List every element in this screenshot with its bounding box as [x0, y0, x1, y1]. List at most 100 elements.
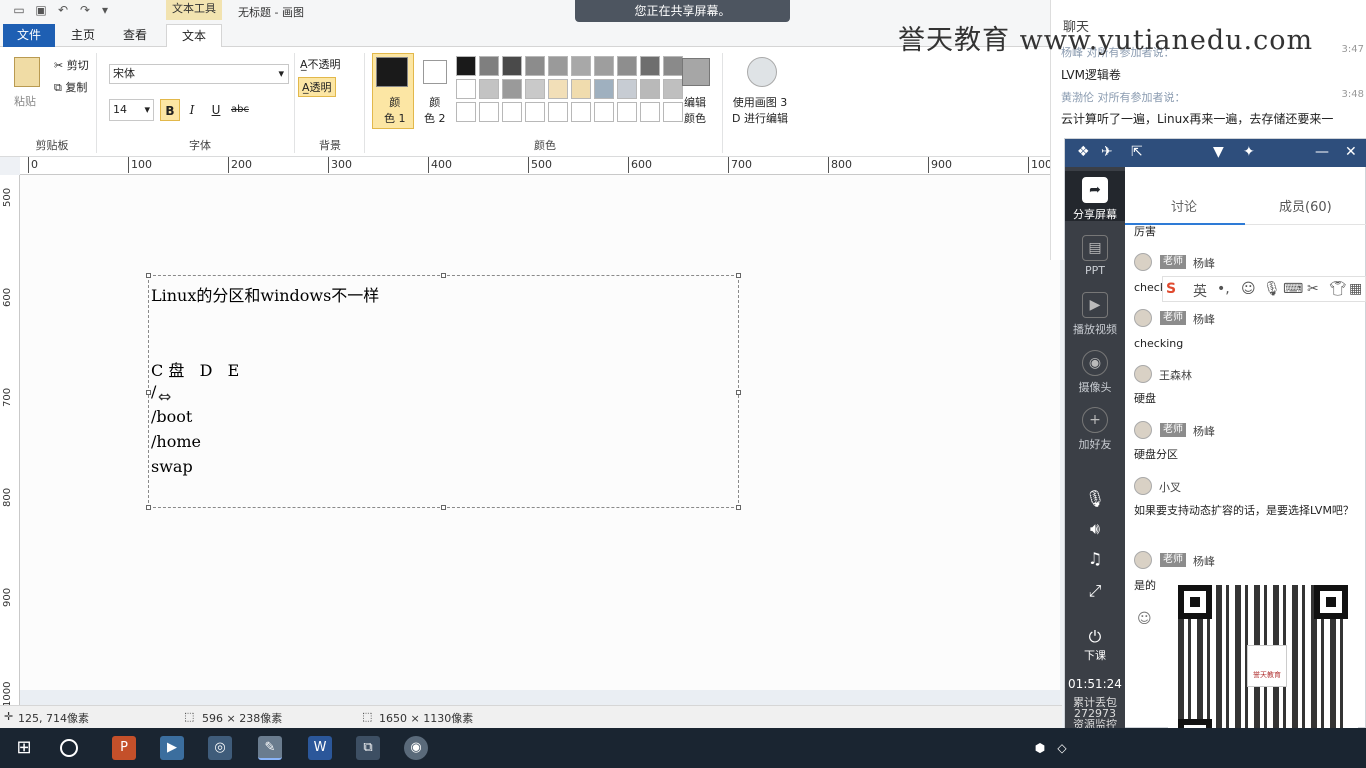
italic-button[interactable]: I	[182, 99, 202, 121]
palette-swatch[interactable]	[640, 102, 660, 122]
grid-icon[interactable]: ▦	[1349, 281, 1362, 297]
resize-handle[interactable]	[736, 390, 741, 395]
tab-text[interactable]: 文本	[166, 24, 222, 47]
paint-icon[interactable]: ✎	[258, 736, 282, 760]
tab-home[interactable]: 主页	[58, 24, 108, 47]
ppt-button[interactable]: ▤ PPT	[1065, 235, 1125, 277]
media-player-icon[interactable]: ▶	[160, 736, 184, 760]
resize-handle[interactable]	[441, 273, 446, 278]
paint3d-button[interactable]: 使用画图 3D 进行编辑	[732, 94, 788, 126]
paste-button[interactable]: 粘贴	[14, 93, 36, 109]
powerpoint-icon[interactable]: P	[112, 736, 136, 760]
cortana-icon[interactable]	[60, 739, 78, 757]
play-video-button[interactable]: ▶ 播放视频	[1065, 292, 1125, 337]
palette-swatch[interactable]	[548, 56, 568, 76]
palette-swatch[interactable]	[663, 102, 683, 122]
share-screen-button[interactable]: ➦ 分享屏幕	[1065, 171, 1125, 221]
palette-swatch[interactable]	[525, 79, 545, 99]
add-friend-button[interactable]: + 加好友	[1065, 407, 1125, 452]
palette-swatch[interactable]	[502, 102, 522, 122]
palette-swatch[interactable]	[617, 56, 637, 76]
resize-handle[interactable]	[146, 505, 151, 510]
palette-swatch[interactable]	[594, 56, 614, 76]
paint3d-icon[interactable]	[747, 57, 777, 87]
paste-icon[interactable]	[14, 57, 40, 87]
transparent-option[interactable]: A̲透明	[298, 77, 336, 97]
underline-button[interactable]: U	[206, 99, 226, 121]
palette-swatch[interactable]	[663, 79, 683, 99]
palette-swatch[interactable]	[502, 79, 522, 99]
tab-file[interactable]: 文件	[3, 24, 55, 47]
palette-swatch[interactable]	[525, 56, 545, 76]
palette-swatch[interactable]	[594, 79, 614, 99]
palette-swatch[interactable]	[456, 56, 476, 76]
undo-icon[interactable]: ↶	[56, 3, 70, 17]
font-family-select[interactable]: 宋体 ▾	[109, 64, 289, 84]
close-icon[interactable]: ✕	[1345, 144, 1357, 160]
palette-swatch[interactable]	[479, 102, 499, 122]
cut-button[interactable]: ✂ 剪切	[54, 57, 89, 73]
minimize-icon[interactable]: —	[1315, 144, 1329, 160]
copy-button[interactable]: ⧉ 复制	[54, 79, 87, 95]
resize-handle[interactable]	[441, 505, 446, 510]
tools-icon[interactable]: ✂	[1307, 281, 1319, 297]
end-class-button[interactable]: ⏻ 下课	[1065, 627, 1125, 663]
color2-button[interactable]	[423, 60, 447, 84]
ime-language[interactable]: 英	[1193, 281, 1207, 301]
palette-swatch[interactable]	[617, 102, 637, 122]
redo-icon[interactable]: ↷	[78, 3, 92, 17]
edit-colors-button[interactable]	[682, 58, 710, 86]
palette-swatch[interactable]	[548, 102, 568, 122]
tab-discussion[interactable]: 讨论	[1171, 196, 1197, 215]
camera-button[interactable]: ◉ 摄像头	[1065, 350, 1125, 395]
share-out-icon[interactable]: ⇱	[1131, 144, 1143, 160]
strikethrough-button[interactable]: abc	[230, 99, 250, 121]
chrome-icon[interactable]: ◉	[404, 736, 428, 760]
sogou-logo-icon[interactable]: S	[1166, 281, 1176, 297]
airplane-icon[interactable]: ✈	[1101, 144, 1113, 160]
palette-swatch[interactable]	[502, 56, 522, 76]
browser-icon[interactable]: ◎	[208, 736, 232, 760]
resize-handle[interactable]	[736, 505, 741, 510]
emoji-icon[interactable]: ☺	[1137, 611, 1152, 627]
palette-swatch[interactable]	[525, 102, 545, 122]
app-icon[interactable]: ▭	[12, 3, 26, 17]
music-icon[interactable]: ♫	[1065, 549, 1125, 568]
save-icon[interactable]: ▣	[34, 3, 48, 17]
settings-icon[interactable]: ❖	[1077, 144, 1090, 160]
bold-button[interactable]: B	[160, 99, 180, 121]
palette-swatch[interactable]	[456, 79, 476, 99]
palette-swatch[interactable]	[640, 56, 660, 76]
tab-view[interactable]: 查看	[110, 24, 160, 47]
microphone-icon[interactable]: 🎙︎	[1263, 281, 1281, 297]
keyboard-icon[interactable]: ⌨	[1283, 281, 1303, 297]
fullscreen-icon[interactable]: ⤢	[1065, 581, 1125, 601]
tray-icon[interactable]: ◇	[1050, 736, 1074, 760]
palette-swatch[interactable]	[571, 79, 591, 99]
qat-dropdown-icon[interactable]: ▾	[98, 3, 112, 17]
speaker-icon[interactable]: 🔊︎	[1065, 519, 1125, 539]
palette-swatch[interactable]	[571, 102, 591, 122]
palette-swatch[interactable]	[479, 56, 499, 76]
pin-icon[interactable]: ✦	[1243, 144, 1255, 160]
window-switcher-icon[interactable]: ⧉	[356, 736, 380, 760]
palette-swatch[interactable]	[594, 102, 614, 122]
chevron-down-icon[interactable]: ▼	[1213, 144, 1224, 160]
resize-handle[interactable]	[736, 273, 741, 278]
font-size-select[interactable]: 14 ▾	[109, 99, 154, 121]
punctuation-icon[interactable]: •,	[1217, 281, 1230, 297]
tab-members[interactable]: 成员(60)	[1279, 196, 1332, 215]
text-box-selection[interactable]	[148, 275, 739, 508]
windows-start-icon[interactable]: ⊞	[12, 736, 36, 760]
word-icon[interactable]: W	[308, 736, 332, 760]
opaque-option[interactable]: A̲不透明	[300, 56, 341, 72]
tray-icon[interactable]: ⬢	[1028, 736, 1052, 760]
resize-handle[interactable]	[146, 273, 151, 278]
palette-swatch[interactable]	[548, 79, 568, 99]
palette-swatch[interactable]	[571, 56, 591, 76]
palette-swatch[interactable]	[479, 79, 499, 99]
palette-swatch[interactable]	[456, 102, 476, 122]
skin-icon[interactable]: 👕︎	[1329, 281, 1347, 297]
emoji-icon[interactable]: ☺	[1241, 281, 1256, 297]
palette-swatch[interactable]	[640, 79, 660, 99]
